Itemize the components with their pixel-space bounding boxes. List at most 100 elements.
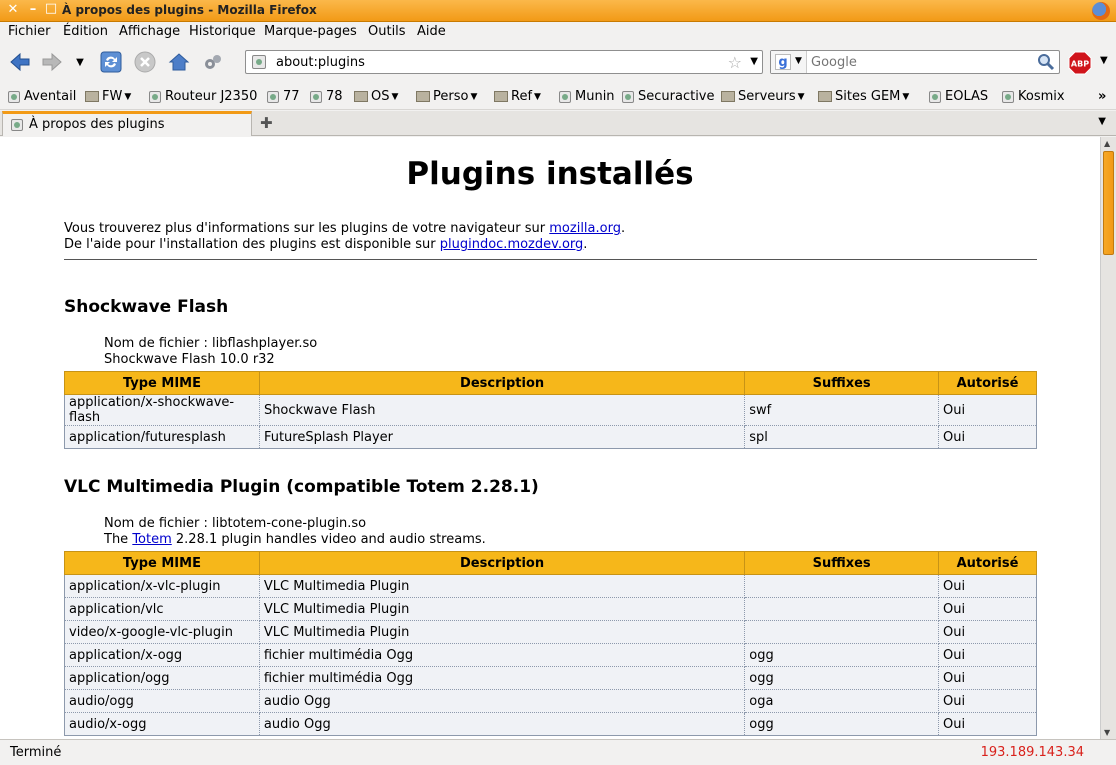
ip-address: 193.189.143.34 (980, 745, 1084, 760)
folder-icon (494, 91, 508, 102)
cell-type: audio/x-ogg (64, 712, 260, 736)
menu-affichage[interactable]: Affichage (119, 24, 180, 39)
folder-icon (818, 91, 832, 102)
site-identity-icon[interactable] (252, 55, 266, 69)
totem-link[interactable]: Totem (132, 532, 171, 547)
table-row: application/ogg fichier multimédia Ogg ogg… (64, 666, 1037, 690)
cell-description: VLC Multimedia Plugin (258, 620, 746, 644)
intro-text: Vous trouverez plus d'informations sur l… (64, 221, 550, 236)
folder-icon (416, 91, 430, 102)
status-text: Terminé (10, 745, 62, 760)
cell-description: FutureSplash Player (258, 425, 746, 449)
bookmark-label: Securactive (638, 89, 715, 104)
stop-button[interactable] (133, 50, 157, 74)
menu-edition[interactable]: Édition (63, 24, 108, 39)
menu-fichier[interactable]: Fichier (8, 24, 51, 39)
bookmark-kosmix[interactable]: Kosmix (1002, 89, 1065, 104)
plugin-description: The Totem 2.28.1 plugin handles video an… (104, 532, 486, 548)
history-dropdown-button[interactable]: ▼ (70, 50, 90, 74)
bookmark-folder-perso[interactable]: Perso ▼ (416, 89, 477, 104)
cell-type: application/x-shockwave-flash (64, 394, 260, 426)
home-button[interactable] (167, 50, 191, 74)
minimize-window-icon[interactable]: – (26, 3, 40, 17)
bookmark-78[interactable]: 78 (310, 89, 343, 104)
bookmark-eolas[interactable]: EOLAS (929, 89, 988, 104)
back-button[interactable] (8, 50, 32, 74)
scroll-up-icon[interactable]: ▲ (1104, 139, 1110, 148)
bookmark-label: 78 (326, 89, 343, 104)
tab-list-dropdown-icon[interactable]: ▼ (1098, 116, 1106, 127)
cell-type: application/x-ogg (64, 643, 260, 667)
adblock-dropdown-icon[interactable]: ▼ (1100, 55, 1108, 66)
bookmark-securactive[interactable]: Securactive (622, 89, 715, 104)
new-tab-button[interactable]: ✚ (260, 114, 273, 132)
bookmark-aventail[interactable]: Aventail (8, 89, 76, 104)
url-text[interactable]: about:plugins (276, 55, 365, 70)
chevron-down-icon: ▼ (391, 91, 399, 102)
bookmark-label: OS (371, 89, 390, 104)
cell-suffixes: ogg (744, 666, 940, 690)
scroll-down-icon[interactable]: ▼ (1104, 728, 1110, 737)
favicon-icon (8, 90, 20, 103)
search-bar[interactable]: g ▼ (770, 50, 1060, 74)
plugin-filename: Nom de fichier : libflashplayer.so (104, 336, 318, 351)
search-icon[interactable] (1037, 53, 1055, 75)
bookmark-label: Munin (575, 89, 615, 104)
scrollbar-thumb[interactable] (1103, 151, 1114, 255)
cell-suffixes (744, 597, 940, 621)
search-input[interactable] (811, 53, 1031, 71)
column-header-suffixes: Suffixes (744, 371, 940, 395)
bookmark-77[interactable]: 77 (267, 89, 300, 104)
tab-about-plugins[interactable]: À propos des plugins (2, 111, 252, 136)
bookmarks-overflow-button[interactable]: » (1098, 89, 1106, 104)
menu-aide[interactable]: Aide (417, 24, 446, 39)
window-title: À propos des plugins - Mozilla Firefox (62, 3, 317, 17)
favicon-icon (267, 90, 279, 103)
plugin-description: Shockwave Flash 10.0 r32 (104, 352, 317, 368)
bookmark-label: EOLAS (945, 89, 989, 104)
tab-bar: À propos des plugins ✚ ▼ (0, 111, 1116, 136)
bookmark-label: Perso (433, 89, 469, 104)
menu-outils[interactable]: Outils (368, 24, 406, 39)
bookmark-folder-sites-gem[interactable]: Sites GEM ▼ (818, 89, 909, 104)
back-arrow-icon (10, 52, 30, 72)
url-bar[interactable]: about:plugins ☆ ▼ (245, 50, 763, 74)
cell-suffixes: spl (744, 425, 940, 449)
chevron-down-icon: ▼ (124, 91, 132, 102)
maximize-window-icon[interactable]: □ (44, 2, 58, 16)
table-row: application/futuresplash FutureSplash Pl… (64, 425, 1037, 449)
bookmark-folder-serveurs[interactable]: Serveurs ▼ (721, 89, 805, 104)
bookmark-label: Aventail (24, 89, 77, 104)
menu-historique[interactable]: Historique (189, 24, 256, 39)
favicon-icon (1002, 90, 1014, 103)
close-window-icon[interactable]: ✕ (6, 3, 20, 17)
divider (64, 259, 1037, 260)
cell-enabled: Oui (938, 666, 1037, 690)
folder-icon (721, 91, 735, 102)
bookmark-label: Sites GEM (835, 89, 901, 104)
plugin-desc-text: Shockwave Flash 10.0 r32 (104, 352, 275, 367)
bookmark-munin[interactable]: Munin (559, 89, 615, 104)
menu-marque-pages[interactable]: Marque-pages (264, 24, 357, 39)
plugindoc-link[interactable]: plugindoc.mozdev.org (440, 237, 584, 252)
menu-bar: Fichier Édition Affichage Historique Mar… (0, 22, 1116, 42)
extension-button[interactable] (201, 50, 225, 74)
bookmark-folder-os[interactable]: OS ▼ (354, 89, 398, 104)
bookmark-folder-fw[interactable]: FW ▼ (85, 89, 131, 104)
bookmark-routeur-j2350[interactable]: Routeur J2350 (149, 89, 257, 104)
forward-button[interactable] (40, 50, 64, 74)
search-engine-selector[interactable]: g ▼ (771, 51, 807, 73)
table-row: application/x-shockwave-flash Shockwave … (64, 394, 1037, 426)
reload-button[interactable] (99, 50, 123, 74)
plugin-filename: Nom de fichier : libtotem-cone-plugin.so (104, 516, 367, 531)
mozilla-org-link[interactable]: mozilla.org (549, 221, 621, 236)
cell-enabled: Oui (938, 712, 1037, 736)
url-dropdown-icon[interactable]: ▼ (750, 56, 758, 67)
bookmark-star-icon[interactable]: ☆ (728, 53, 742, 72)
intro-line-2: De l'aide pour l'installation des plugin… (64, 237, 587, 252)
bookmark-folder-ref[interactable]: Ref ▼ (494, 89, 541, 104)
adblock-plus-button[interactable]: ABP (1068, 51, 1092, 75)
vertical-scrollbar[interactable]: ▲ ▼ (1100, 137, 1116, 739)
favicon-icon (149, 90, 161, 103)
column-header-enabled: Autorisé (938, 551, 1037, 575)
